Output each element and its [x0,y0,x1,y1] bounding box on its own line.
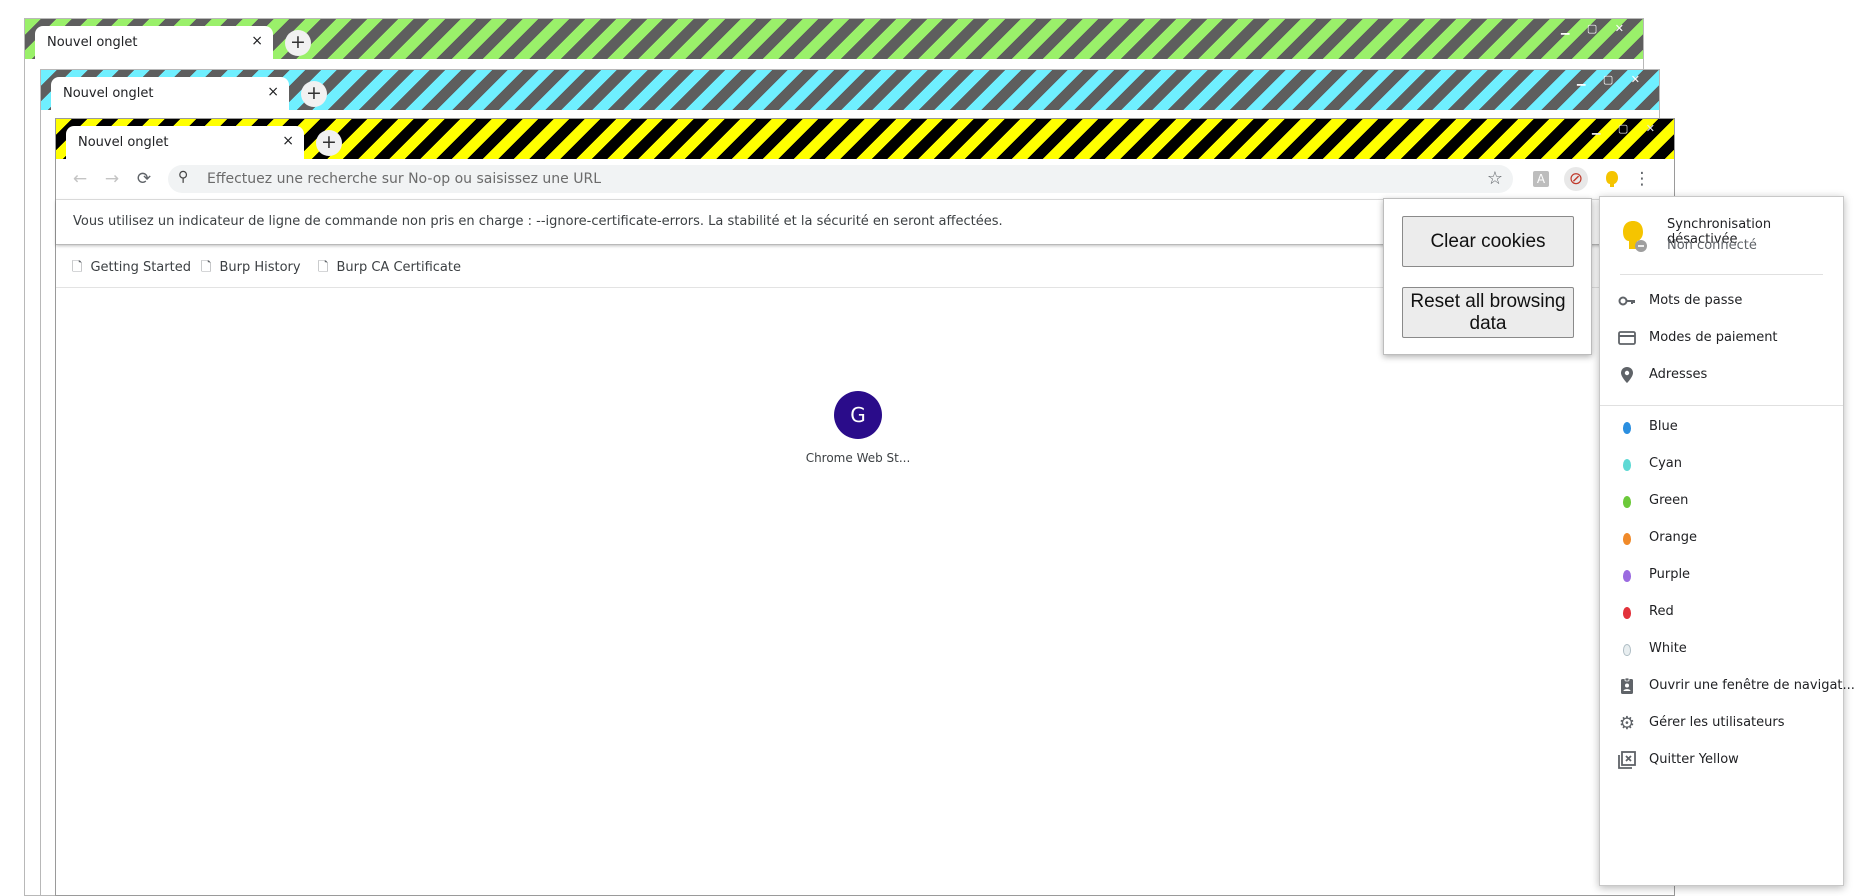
gear-icon: ⚙ [1618,713,1636,734]
tab[interactable]: Nouvel onglet × [35,26,273,59]
back-icon[interactable]: ← [68,167,92,191]
profile-item-red[interactable]: Red [1600,592,1843,632]
menu-item-label: Ouvrir une fenêtre de navigat... [1649,678,1854,693]
tab-close-icon[interactable]: × [251,33,263,49]
forward-icon[interactable]: → [100,167,124,191]
profile-avatar-icon[interactable] [1600,167,1624,191]
clear-cookies-button[interactable]: Clear cookies [1402,216,1574,267]
menu-item-label: Blue [1649,419,1678,434]
page-icon: 🗋 [201,260,212,275]
menu-item-label: Cyan [1649,456,1682,471]
menu-item-label: Adresses [1649,367,1708,382]
bookmark-star-icon[interactable]: ☆ [1487,168,1503,189]
menu-item-manage-users[interactable]: ⚙ Gérer les utilisateurs [1600,703,1843,743]
menu-item-label: Purple [1649,567,1691,582]
tab-strip: Nouvel onglet × + ▁ ▢ ✕ [25,19,1643,59]
menu-item-label: Quitter Yellow [1649,752,1739,767]
tab-close-icon[interactable]: × [282,133,294,149]
search-icon: ⚲ [178,169,189,185]
page-icon: 🗋 [318,260,329,275]
menu-icon[interactable]: ⋮ [1630,167,1654,191]
extension-popup: Clear cookies Reset all browsing data [1383,198,1592,355]
tab[interactable]: Nouvel onglet × [66,126,304,159]
toolbar: ← → ⟳ ⚲ Effectuez une recherche sur No-o… [56,159,1674,200]
profile-item-blue[interactable]: Blue [1600,407,1843,447]
tab[interactable]: Nouvel onglet × [51,77,289,110]
bookmark-burp-history[interactable]: 🗋 Burp History [201,258,301,280]
profile-item-cyan[interactable]: Cyan [1600,444,1843,484]
profile-header[interactable]: Synchronisation désactivée Non connecté [1600,197,1843,277]
menu-item-label: Orange [1649,530,1698,545]
menu-item-label: Modes de paiement [1649,330,1778,345]
profile-item-green[interactable]: Green [1600,481,1843,521]
bookmark-burp-ca-certificate[interactable]: 🗋 Burp CA Certificate [318,258,461,280]
profile-item-white[interactable]: White [1600,629,1843,669]
profile-avatar-icon [1617,566,1637,586]
profile-avatar-icon [1623,221,1647,252]
shortcut-tile[interactable]: G Chrome Web St... [798,391,918,465]
tab-title: Nouvel onglet [78,135,169,150]
menu-item-payment-methods[interactable]: Modes de paiement [1600,318,1843,358]
window-controls[interactable]: ▁ ▢ ✕ [1561,22,1631,35]
divider [1600,405,1843,406]
infobar-message: Vous utilisez un indicateur de ligne de … [73,214,1003,229]
shortcut-icon: G [834,391,882,439]
tab-title: Nouvel onglet [63,86,154,101]
guest-badge-icon [1617,677,1637,697]
profile-avatar-icon [1617,640,1637,660]
tab-strip: Nouvel onglet × + ▁ ▢ ✕ [41,70,1659,110]
menu-item-exit-profile[interactable]: Quitter Yellow [1600,740,1843,780]
profile-avatar-icon [1617,603,1637,623]
menu-item-addresses[interactable]: Adresses [1600,355,1843,395]
profile-avatar-icon [1617,492,1637,512]
tab-title: Nouvel onglet [47,35,138,50]
menu-item-label: Gérer les utilisateurs [1649,715,1785,730]
new-tab-button[interactable]: + [301,81,327,107]
menu-item-passwords[interactable]: Mots de passe [1600,281,1843,321]
menu-item-label: White [1649,641,1687,656]
omnibox-placeholder: Effectuez une recherche sur No-op ou sai… [207,171,602,187]
tab-strip: Nouvel onglet × + ▁ ▢ ✕ [56,119,1674,159]
block-extension-icon[interactable]: ⊘ [1564,167,1588,191]
bookmark-label: Burp CA Certificate [336,260,461,275]
menu-item-label: Red [1649,604,1674,619]
profile-menu: Synchronisation désactivée Non connecté … [1599,196,1854,886]
exit-profile-icon [1617,751,1637,771]
bookmark-getting-started[interactable]: 🗋 Getting Started [72,258,191,280]
reload-icon[interactable]: ⟳ [132,167,156,191]
reset-all-browsing-data-button[interactable]: Reset all browsing data [1402,287,1574,338]
menu-item-guest-window[interactable]: Ouvrir une fenêtre de navigat... [1600,666,1854,706]
profile-item-orange[interactable]: Orange [1600,518,1843,558]
divider [1620,274,1823,275]
account-status: Non connecté [1667,238,1757,253]
new-tab-button[interactable]: + [316,130,342,156]
bookmark-label: Getting Started [90,260,191,275]
profile-item-purple[interactable]: Purple [1600,555,1843,595]
window-controls[interactable]: ▁ ▢ ✕ [1577,73,1647,86]
omnibox[interactable]: ⚲ Effectuez une recherche sur No-op ou s… [168,165,1513,193]
translate-extension-icon[interactable]: A [1533,171,1549,187]
bookmark-label: Burp History [219,260,301,275]
shortcut-label: Chrome Web St... [805,451,911,465]
tab-close-icon[interactable]: × [267,84,279,100]
profile-avatar-icon [1617,418,1637,438]
profile-avatar-icon [1617,455,1637,475]
credit-card-icon [1617,329,1637,349]
window-controls[interactable]: ▁ ▢ ✕ [1592,122,1662,135]
menu-item-label: Mots de passe [1649,293,1743,308]
key-icon [1617,292,1637,312]
location-pin-icon [1617,366,1637,386]
page-icon: 🗋 [72,260,83,275]
menu-item-label: Green [1649,493,1689,508]
new-tab-button[interactable]: + [285,30,311,56]
profile-avatar-icon [1617,529,1637,549]
